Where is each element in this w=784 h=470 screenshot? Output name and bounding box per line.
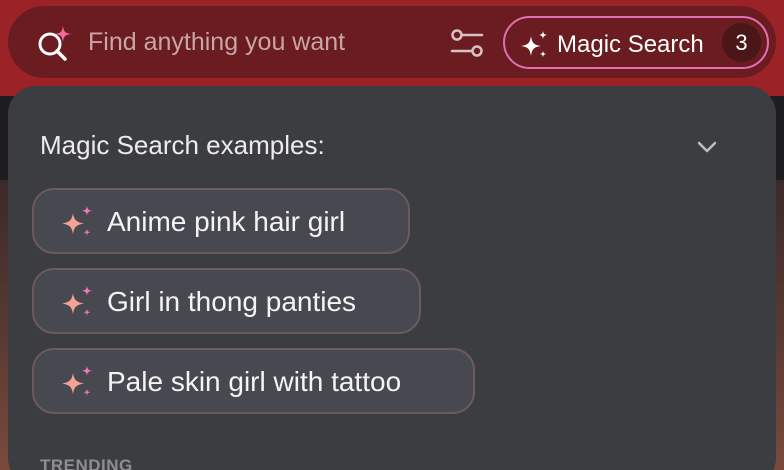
sliders-icon[interactable] — [446, 22, 488, 64]
sparkles-icon — [60, 365, 94, 399]
magic-search-label: Magic Search — [557, 31, 704, 58]
search-bar: Magic Search 3 — [8, 6, 776, 78]
example-chip-1[interactable]: Anime pink hair girl — [32, 188, 410, 254]
magic-search-icon[interactable] — [34, 24, 74, 64]
examples-heading: Magic Search examples: — [40, 130, 325, 160]
example-chip-label: Anime pink hair girl — [107, 206, 346, 237]
example-chip-3[interactable]: Pale skin girl with tattoo — [32, 348, 475, 414]
search-input[interactable] — [88, 24, 428, 60]
example-chip-2[interactable]: Girl in thong panties — [32, 268, 421, 334]
sparkles-icon — [519, 30, 549, 60]
magic-search-button[interactable]: Magic Search 3 — [503, 16, 769, 69]
sparkles-icon — [60, 285, 94, 319]
trending-heading: TRENDING — [40, 456, 133, 470]
magic-search-dropdown: Magic Search examples: Anime pink hair g… — [8, 86, 776, 470]
example-chip-label: Pale skin girl with tattoo — [107, 366, 402, 397]
chevron-down-icon[interactable] — [694, 134, 720, 160]
example-chip-label: Girl in thong panties — [107, 286, 357, 317]
sparkles-icon — [60, 205, 94, 239]
magic-search-count-badge: 3 — [722, 23, 761, 62]
